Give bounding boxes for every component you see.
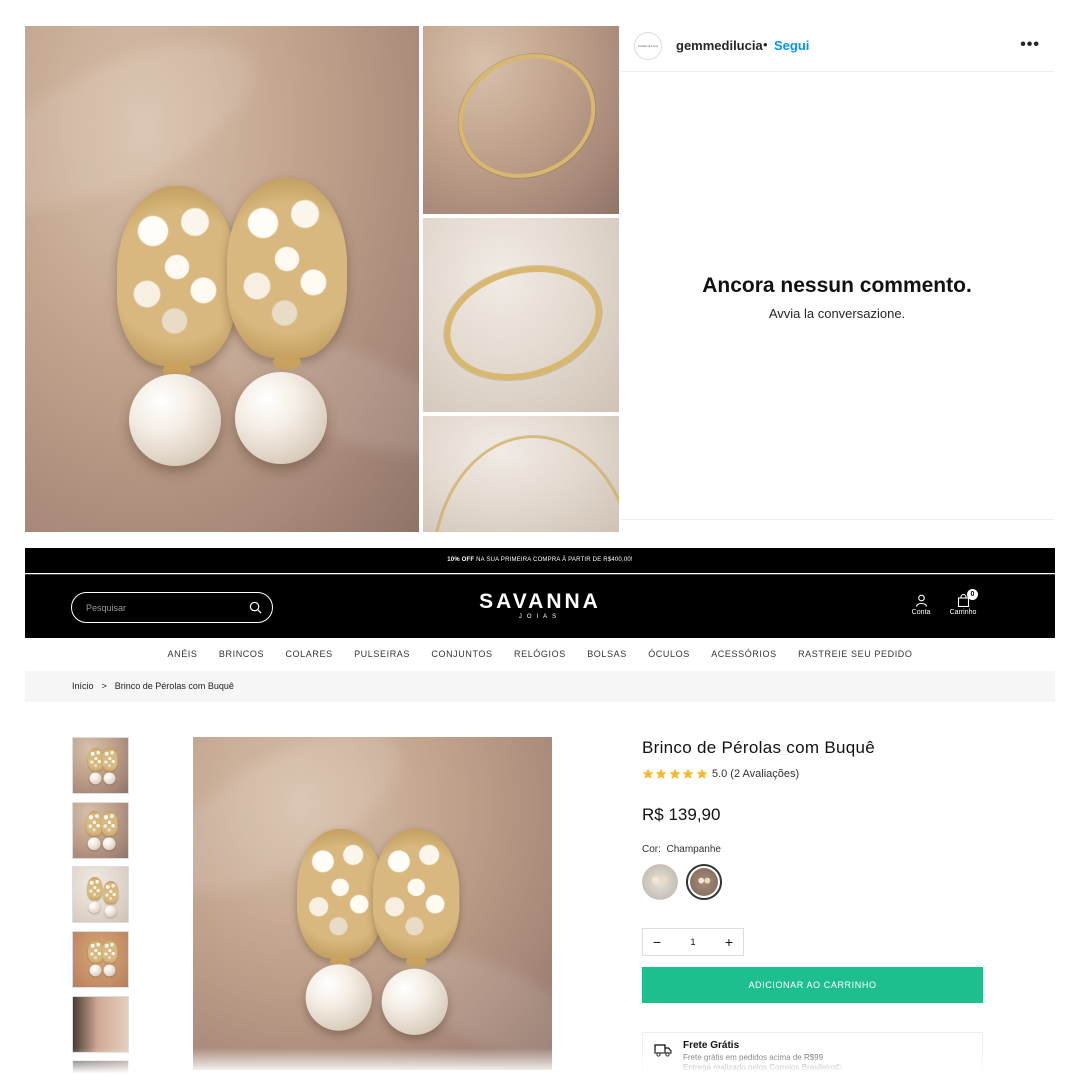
necklace-image xyxy=(433,436,619,532)
star-icon xyxy=(682,768,694,779)
rating-text: 5.0 (2 Avaliações) xyxy=(711,768,800,780)
cart-count-badge: 0 xyxy=(967,589,978,600)
product-price: R$ 139,90 xyxy=(642,805,721,824)
product-thumbnail[interactable] xyxy=(72,1060,129,1080)
shipping-carrier: Entrega realizado pelos Correios Brasile… xyxy=(683,1063,844,1072)
shipping-description: Frete grátis em pedidos acima de R$99 xyxy=(683,1053,824,1062)
store-header: SAVANNA JOIAS Conta 0 Carrinho xyxy=(25,574,1055,638)
product-main-image[interactable] xyxy=(193,737,552,1070)
post-thumbnail-necklace[interactable] xyxy=(423,416,619,532)
quantity-stepper: − + xyxy=(642,928,744,956)
empty-comments-title: Ancora nessun commento. xyxy=(702,274,972,297)
star-icon xyxy=(696,768,708,779)
add-to-cart-button[interactable]: ADICIONAR AO CARRINHO xyxy=(642,967,983,1003)
username-link[interactable]: gemmedilucia xyxy=(676,38,763,53)
shipping-title: Frete Grátis xyxy=(683,1040,740,1051)
nav-item-conjuntos[interactable]: CONJUNTOS xyxy=(421,649,504,659)
quantity-decrease-button[interactable]: − xyxy=(643,929,671,955)
nav-item-rastreie[interactable]: RASTREIE SEU PEDIDO xyxy=(787,649,923,659)
nav-item-pulseiras[interactable]: PULSEIRAS xyxy=(343,649,420,659)
bangle-image xyxy=(438,32,616,200)
comments-panel: Gemme di Lucia gemmedilucia • Segui ••• … xyxy=(620,26,1054,520)
color-swatch-option[interactable] xyxy=(642,864,678,900)
product-thumbnail[interactable] xyxy=(72,931,129,988)
search-input[interactable] xyxy=(86,599,236,617)
more-options-icon[interactable]: ••• xyxy=(1020,36,1040,54)
nav-item-colares[interactable]: COLARES xyxy=(275,649,344,659)
account-label: Conta xyxy=(911,609,931,616)
breadcrumb: Início > Brinco de Pérolas com Buquê xyxy=(25,671,1055,702)
product-thumbnail[interactable] xyxy=(72,996,129,1053)
post-thumbnail-cuff[interactable] xyxy=(423,218,619,412)
product-thumbnail[interactable] xyxy=(72,802,129,859)
color-label: Cor: Champanhe xyxy=(642,844,721,855)
post-thumbnail-bangle[interactable] xyxy=(423,26,619,214)
search-icon[interactable] xyxy=(249,601,262,614)
empty-comments-subtitle: Avvia la conversazione. xyxy=(768,306,906,321)
nav-item-aneis[interactable]: ANÉIS xyxy=(157,649,208,659)
product-thumbnail[interactable] xyxy=(72,866,129,923)
color-value: Champanhe xyxy=(666,844,721,855)
shipping-info: Frete Grátis Frete grátis em pedidos aci… xyxy=(642,1032,983,1072)
separator-dot: • xyxy=(763,37,768,52)
post-header: Gemme di Lucia gemmedilucia • Segui ••• xyxy=(620,26,1054,72)
nav-item-relogios[interactable]: RELÓGIOS xyxy=(503,649,576,659)
cuff-image xyxy=(431,249,615,397)
nav-item-oculos[interactable]: ÓCULOS xyxy=(638,649,701,659)
follow-button[interactable]: Segui xyxy=(774,38,809,53)
quantity-input[interactable] xyxy=(671,929,715,955)
product-thumbnail[interactable] xyxy=(72,737,129,794)
breadcrumb-current: Brinco de Pérolas com Buquê xyxy=(114,681,234,691)
chevron-right-icon: > xyxy=(101,681,107,691)
category-nav: ANÉIS BRINCOS COLARES PULSEIRAS CONJUNTO… xyxy=(25,638,1055,670)
star-icon xyxy=(669,768,681,779)
nav-item-bolsas[interactable]: BOLSAS xyxy=(577,649,638,659)
account-button[interactable]: Conta xyxy=(901,594,941,616)
quantity-increase-button[interactable]: + xyxy=(715,929,743,955)
star-icon xyxy=(655,768,667,779)
promo-banner: 10% OFF NA SUA PRIMEIRA COMPRA À PARTIR … xyxy=(25,548,1055,573)
store-logo[interactable]: SAVANNA JOIAS xyxy=(425,591,655,621)
color-swatch-champanhe[interactable] xyxy=(686,864,722,900)
cart-label: Carrinho xyxy=(949,609,977,616)
star-icon xyxy=(642,768,654,779)
post-main-image[interactable] xyxy=(25,26,419,532)
breadcrumb-home-link[interactable]: Início xyxy=(72,681,94,691)
search-box[interactable] xyxy=(71,592,273,623)
product-rating[interactable]: 5.0 (2 Avaliações) xyxy=(642,768,799,780)
avatar[interactable]: Gemme di Lucia xyxy=(634,32,662,60)
product-title: Brinco de Pérolas com Buquê xyxy=(642,738,876,757)
nav-item-acessorios[interactable]: ACESSÓRIOS xyxy=(701,649,788,659)
cart-button[interactable]: 0 Carrinho xyxy=(943,589,983,616)
user-icon xyxy=(915,594,927,607)
truck-icon xyxy=(654,1044,672,1057)
nav-item-brincos[interactable]: BRINCOS xyxy=(208,649,275,659)
